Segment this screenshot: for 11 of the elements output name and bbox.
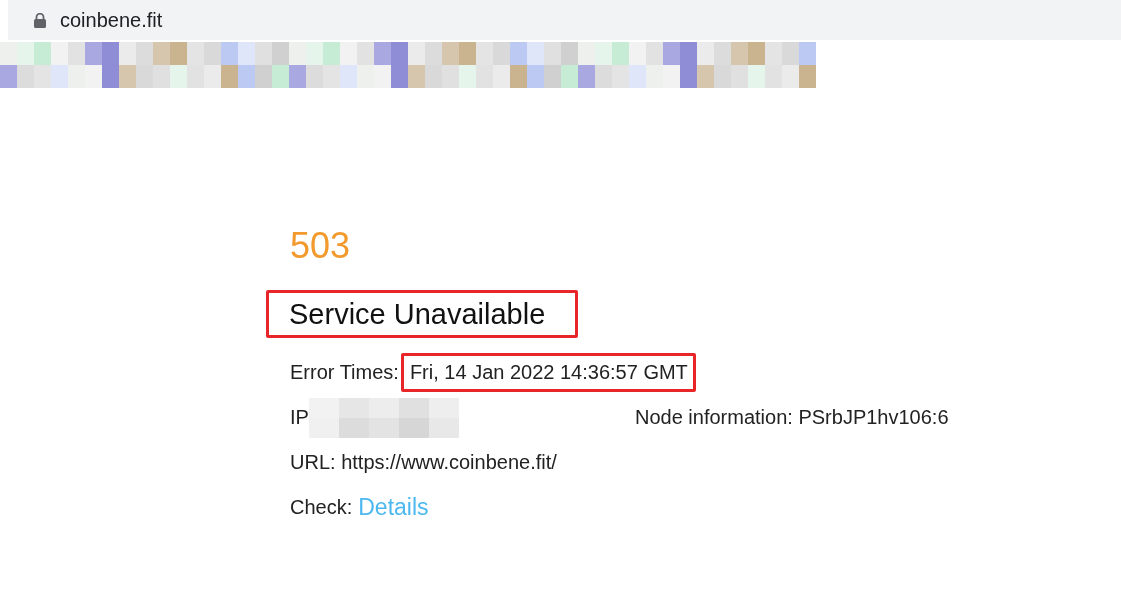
error-title: Service Unavailable: [289, 297, 546, 331]
error-time-label: Error Times:: [290, 361, 399, 384]
ip-label: IP: [290, 406, 309, 429]
error-code: 503: [290, 226, 351, 266]
node-info-text: Node information: PSrbJP1hv106:6: [635, 406, 949, 429]
url-info-text: URL: https://www.coinbene.fit/: [290, 451, 557, 474]
address-bar[interactable]: coinbene.fit: [8, 0, 1121, 40]
error-time-value: Fri, 14 Jan 2022 14:36:57 GMT: [400, 353, 696, 392]
url-text: coinbene.fit: [60, 8, 163, 32]
lock-icon: [34, 12, 46, 28]
check-label: Check:: [290, 496, 353, 519]
